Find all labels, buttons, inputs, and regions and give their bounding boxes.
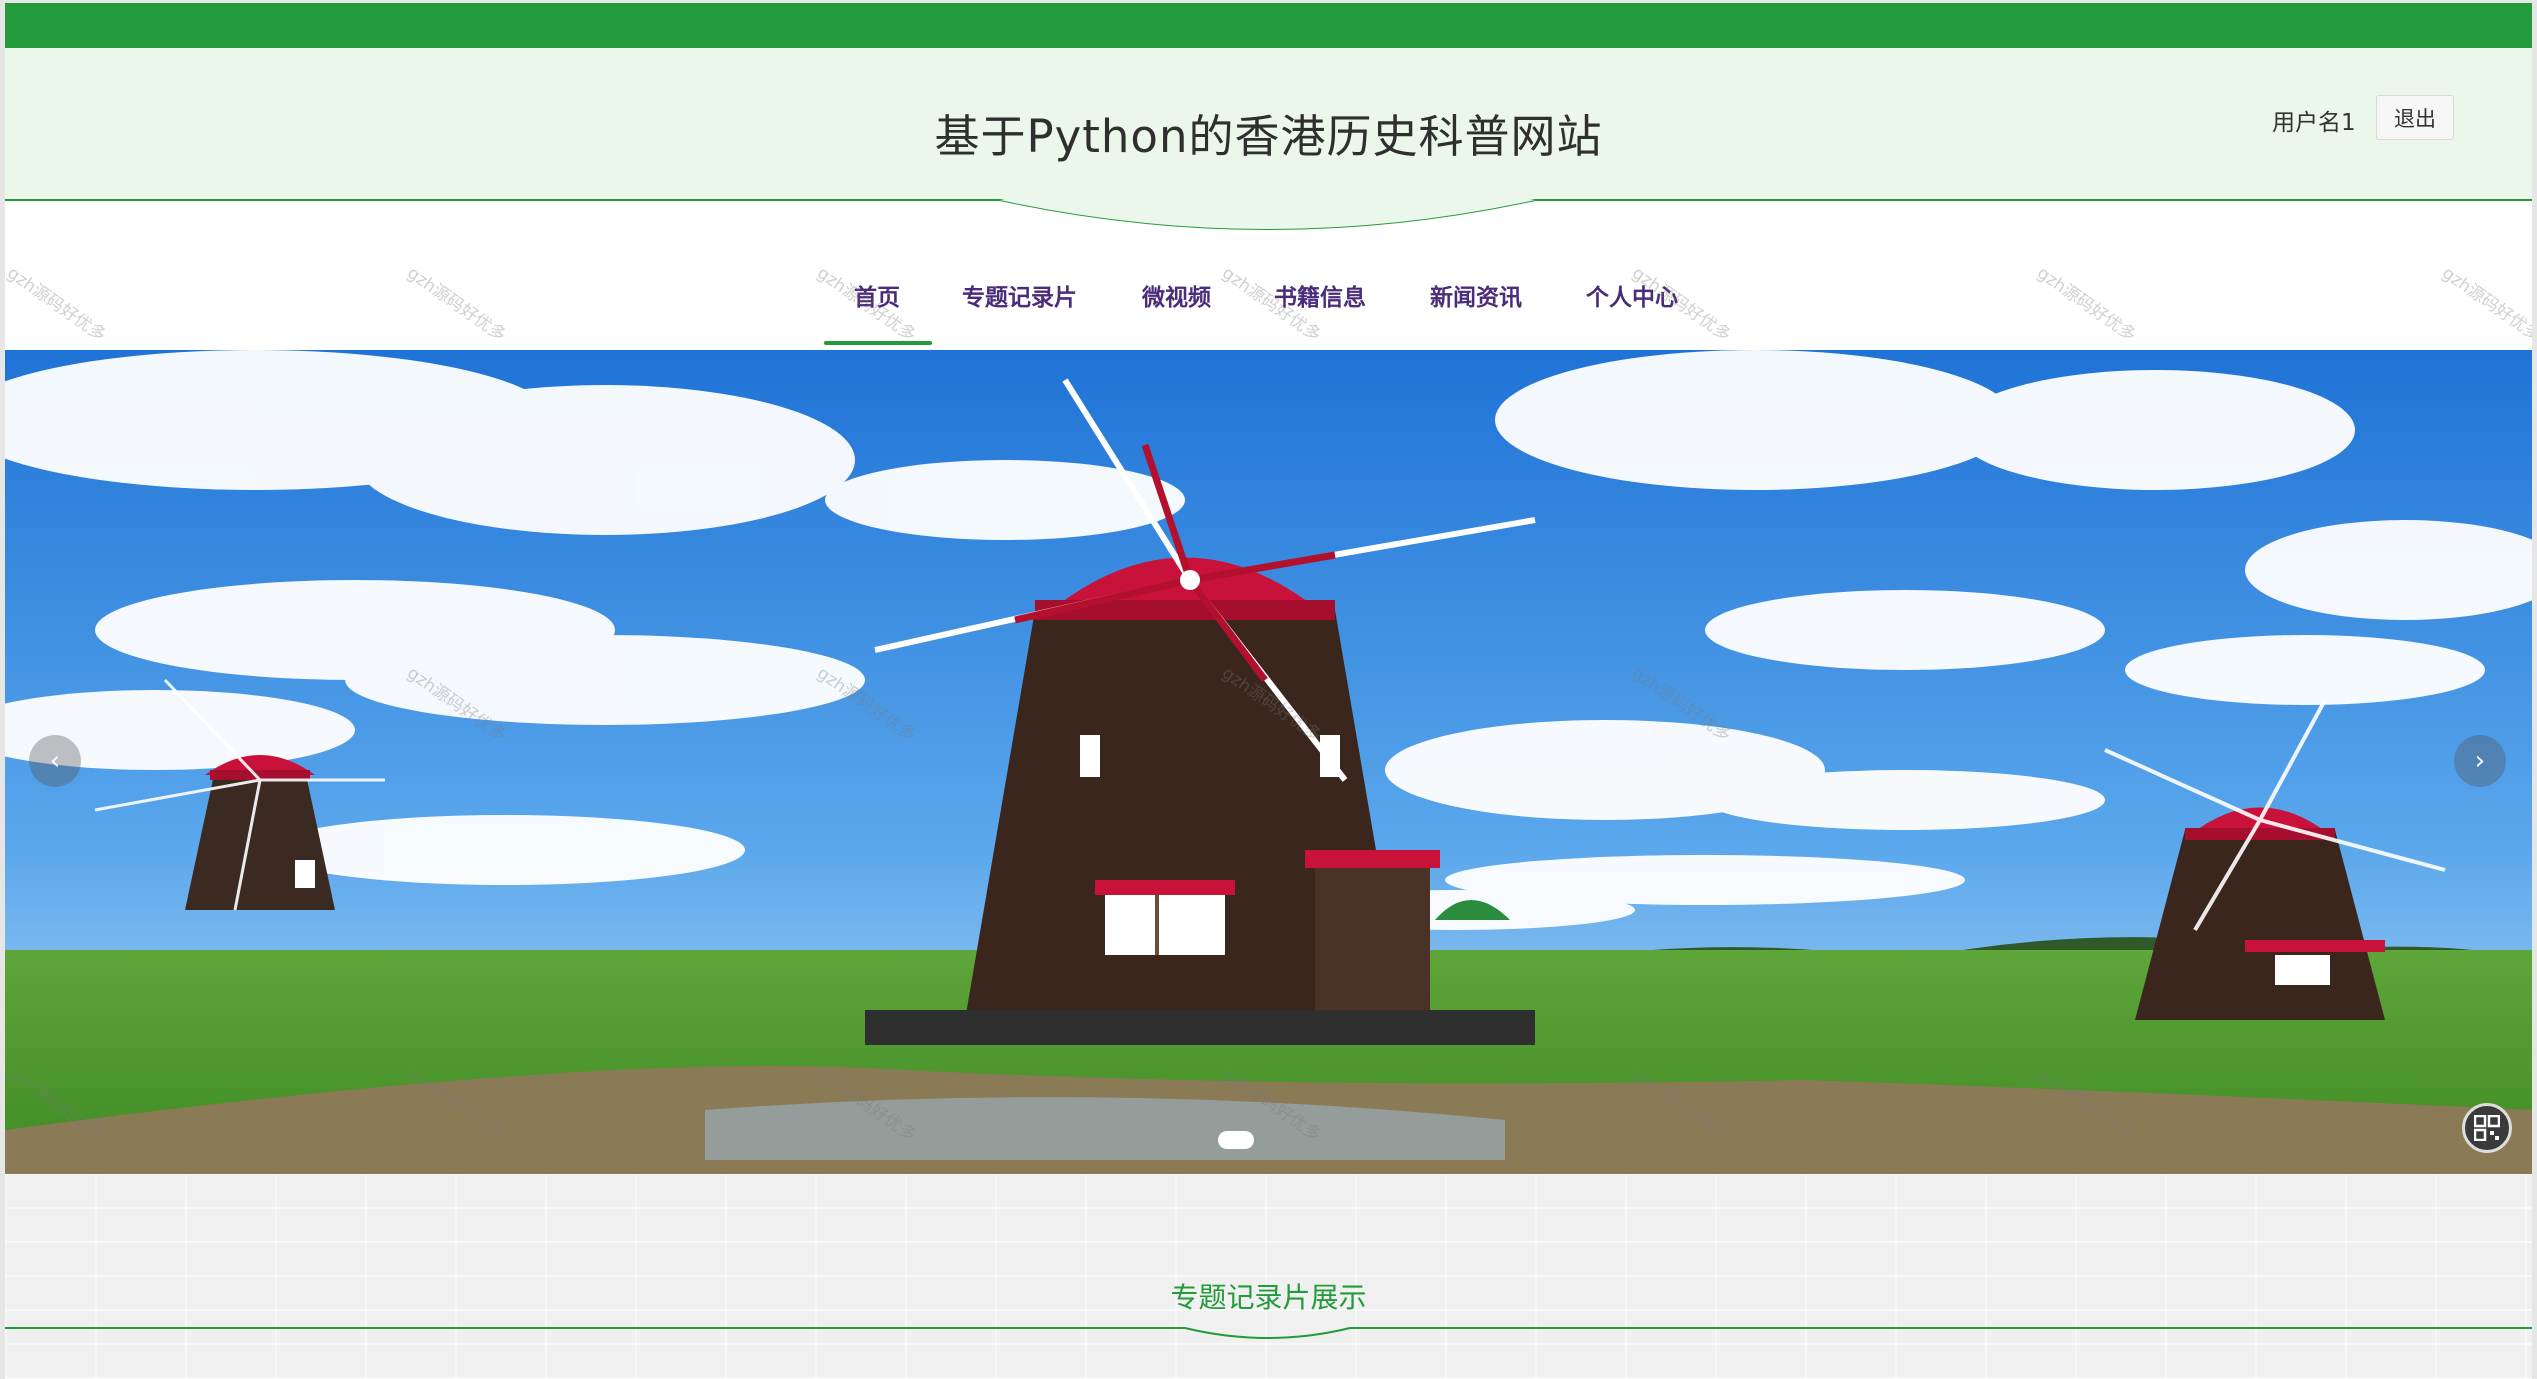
page: 基于Python的香港历史科普网站 用户名1 退出 首页 专题记录片 微视频 书… — [0, 0, 2537, 1379]
nav-active-indicator — [824, 341, 932, 345]
nav-item-news[interactable]: 新闻资讯 — [1430, 278, 1522, 312]
section-curve-divider — [5, 1327, 2532, 1339]
section-title: 专题记录片展示 — [1170, 1281, 1367, 1314]
site-title: 基于Python的香港历史科普网站 — [934, 110, 1603, 163]
qr-code-icon — [2474, 1115, 2500, 1141]
nav-item-books[interactable]: 书籍信息 — [1274, 278, 1366, 312]
chevron-left-icon: ‹ — [49, 746, 61, 776]
qr-code-button[interactable] — [2462, 1103, 2512, 1153]
top-accent-bar — [5, 3, 2532, 48]
nav-item-profile[interactable]: 个人中心 — [1586, 278, 1678, 312]
user-name[interactable]: 用户名1 — [2272, 103, 2356, 137]
nav-item-documentaries[interactable]: 专题记录片 — [962, 278, 1077, 312]
nav-item-micro-videos[interactable]: 微视频 — [1142, 278, 1211, 312]
carousel-indicator-dot[interactable] — [1218, 1131, 1254, 1149]
chevron-right-icon: › — [2474, 746, 2486, 776]
nav-item-home[interactable]: 首页 — [854, 278, 900, 312]
main-nav: 首页 专题记录片 微视频 书籍信息 新闻资讯 个人中心 — [0, 278, 2537, 338]
carousel-next-button[interactable]: › — [2454, 735, 2506, 787]
logout-button[interactable]: 退出 — [2376, 95, 2454, 140]
header-curve-divider — [5, 199, 2532, 230]
banner-image — [5, 350, 2532, 1174]
carousel-prev-button[interactable]: ‹ — [29, 735, 81, 787]
